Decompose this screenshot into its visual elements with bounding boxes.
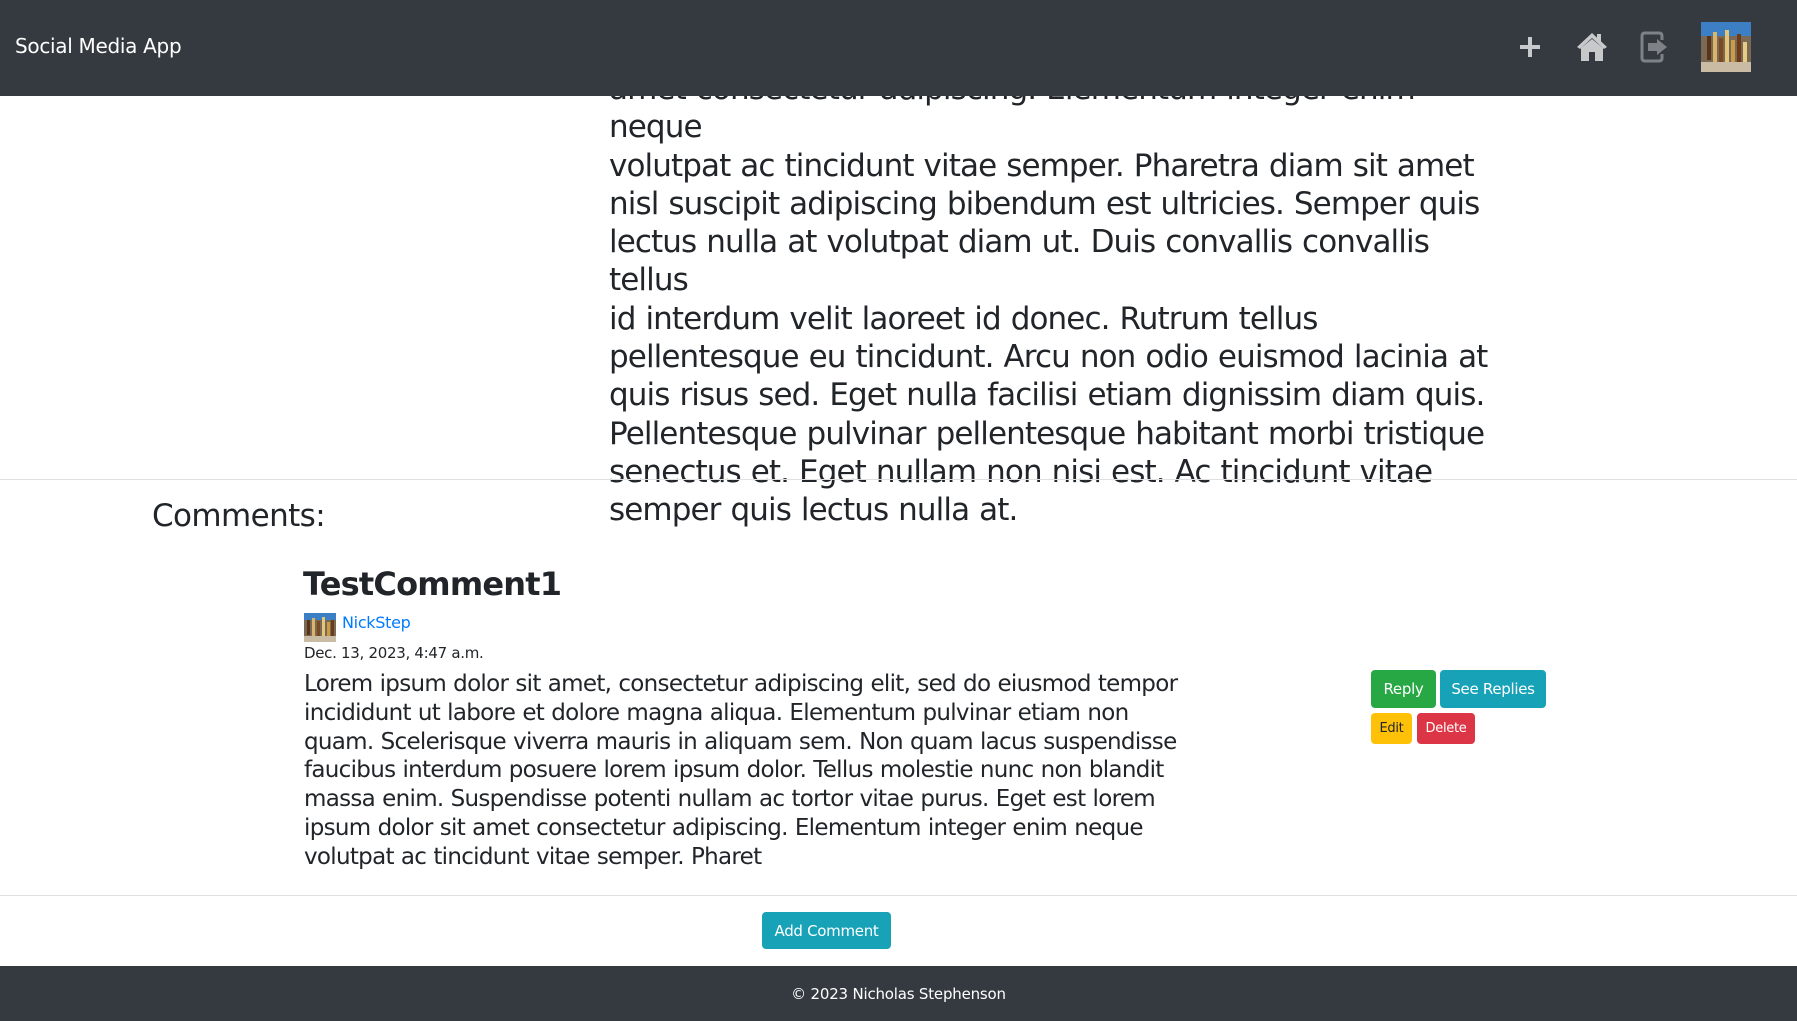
post-line: Pellentesque pulvinar pellentesque habit… — [609, 415, 1485, 452]
post-line: pellentesque eu tincidunt. Arcu non odio… — [609, 339, 1488, 376]
home-icon — [1577, 33, 1607, 61]
comment-text: Lorem ipsum dolor sit amet, consectetur … — [304, 671, 1178, 870]
comments-heading: Comments: — [152, 498, 326, 534]
logout-button[interactable] — [1635, 28, 1673, 66]
post-line: senectus et. Eget nullam non nisi est. A… — [609, 453, 1433, 490]
post-line: lectus nulla at volutpat diam ut. Duis c… — [609, 224, 1430, 299]
see-replies-button[interactable]: See Replies — [1440, 670, 1546, 708]
section-divider — [0, 479, 1797, 480]
footer: © 2023 Nicholas Stephenson — [0, 966, 1797, 1021]
edit-comment-button[interactable]: Edit — [1371, 713, 1412, 744]
home-button[interactable] — [1573, 28, 1611, 66]
avatar-image — [1701, 22, 1751, 72]
post-line: nisl suscipit adipiscing bibendum est ul… — [609, 185, 1480, 222]
comment-avatar — [304, 613, 336, 642]
footer-copyright: © 2023 Nicholas Stephenson — [791, 984, 1006, 1003]
add-comment-button[interactable]: Add Comment — [762, 912, 891, 949]
post-line: semper quis lectus nulla at. — [609, 492, 1018, 529]
section-divider — [0, 895, 1797, 896]
comment-date: Dec. 13, 2023, 4:47 a.m. — [304, 644, 484, 662]
reply-button[interactable]: Reply — [1371, 670, 1436, 708]
avatar-image — [304, 613, 336, 642]
plus-icon — [1520, 37, 1540, 57]
brand-link[interactable]: Social Media App — [15, 34, 182, 58]
delete-comment-button[interactable]: Delete — [1417, 713, 1475, 744]
logout-icon — [1640, 31, 1667, 63]
new-post-button[interactable] — [1511, 28, 1549, 66]
post-line: volutpat ac tincidunt vitae semper. Phar… — [609, 147, 1475, 184]
comment-username-link[interactable]: NickStep — [342, 613, 411, 632]
post-body: amet consectetur adipiscing. Elementum i… — [609, 70, 1509, 530]
navbar: Social Media App — [0, 0, 1797, 96]
post-line: quis risus sed. Eget nulla facilisi etia… — [609, 377, 1485, 414]
post-line: id interdum velit laoreet id donec. Rutr… — [609, 300, 1318, 337]
comment-title: TestComment1 — [303, 565, 562, 603]
profile-avatar[interactable] — [1701, 22, 1751, 72]
